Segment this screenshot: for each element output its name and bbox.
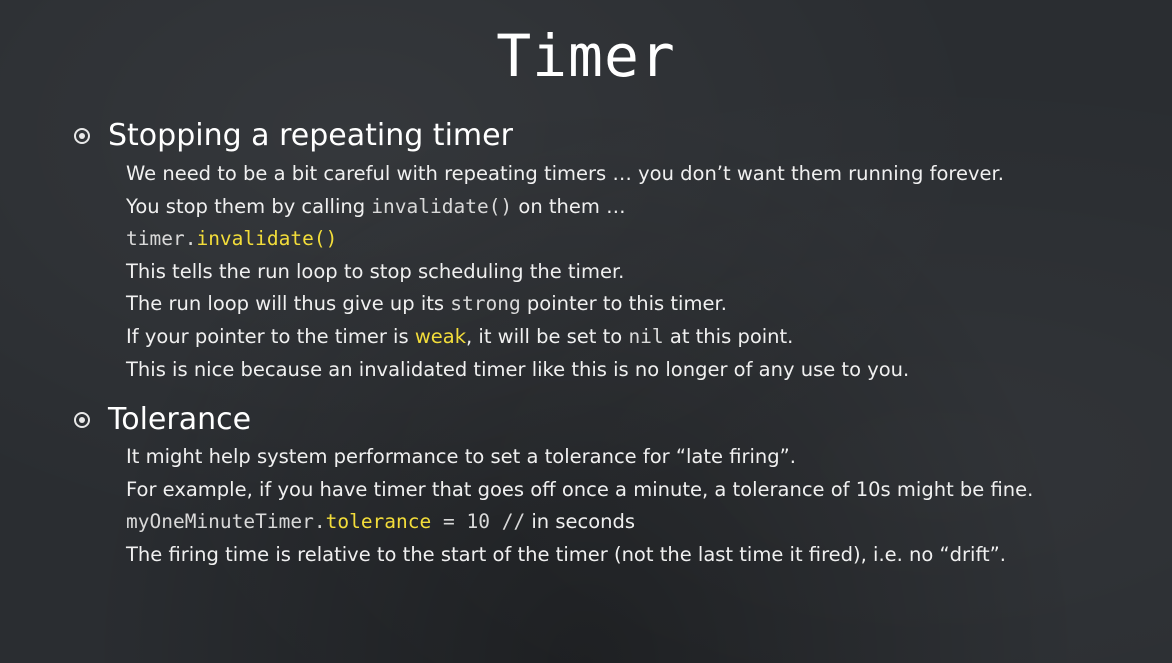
text-line: The run loop will thus give up its stron…	[126, 288, 1004, 321]
code-span: = 10 //	[431, 510, 526, 534]
text-line: This tells the run loop to stop scheduli…	[126, 256, 1004, 289]
text-line: The firing time is relative to the start…	[126, 539, 1033, 572]
text-span: on them …	[512, 194, 626, 218]
text-span: We need to be a bit careful with repeati…	[126, 162, 1004, 185]
text-span: at this point.	[663, 324, 794, 348]
section-heading: Stopping a repeating timer	[108, 118, 513, 153]
text-span: , it will be set to	[466, 324, 629, 348]
code-line: timer.invalidate()	[126, 223, 1004, 256]
bullet-stopping-timer: Stopping a repeating timer	[74, 118, 513, 153]
code-highlight-span: tolerance	[325, 510, 432, 534]
code-line: myOneMinuteTimer.tolerance = 10 // in se…	[126, 506, 1033, 539]
bullet-icon	[74, 127, 90, 144]
text-span: This tells the run loop to stop scheduli…	[126, 259, 625, 283]
text-span: The run loop will thus give up its	[126, 292, 451, 316]
code-span: invalidate()	[371, 194, 513, 218]
text-span: For example, if you have timer that goes…	[126, 477, 1034, 501]
text-line: For example, if you have timer that goes…	[126, 474, 1033, 507]
code-span: timer.	[126, 227, 197, 251]
bullet-tolerance: Tolerance	[74, 402, 251, 437]
text-span: The firing time is relative to the start…	[126, 542, 1006, 566]
section-body-tolerance: It might help system performance to set …	[126, 441, 1033, 571]
code-span: strong	[450, 292, 521, 316]
text-line: We need to be a bit careful with repeati…	[126, 158, 1004, 191]
text-span: It might help system performance to set …	[126, 445, 796, 468]
text-span: This is nice because an invalidated time…	[126, 357, 910, 381]
bullet-icon	[74, 411, 90, 428]
section-body-stopping: We need to be a bit careful with repeati…	[126, 158, 1004, 386]
text-span: in seconds	[525, 510, 636, 534]
text-line: It might help system performance to set …	[126, 441, 1033, 474]
section-heading: Tolerance	[108, 402, 252, 437]
code-span: myOneMinuteTimer.	[126, 510, 326, 534]
text-line: This is nice because an invalidated time…	[126, 354, 1004, 387]
text-line: You stop them by calling invalidate() on…	[126, 191, 1004, 224]
code-highlight-span: invalidate()	[196, 227, 338, 251]
text-span: You stop them by calling	[126, 194, 372, 218]
slide: Timer Stopping a repeating timer We need…	[0, 0, 1172, 663]
text-span: pointer to this timer.	[520, 292, 727, 316]
text-span: If your pointer to the timer is	[126, 324, 415, 348]
text-line: If your pointer to the timer is weak, it…	[126, 321, 1004, 354]
code-span: nil	[628, 324, 664, 348]
highlight-span: weak	[414, 324, 467, 348]
slide-title: Timer	[496, 22, 676, 90]
